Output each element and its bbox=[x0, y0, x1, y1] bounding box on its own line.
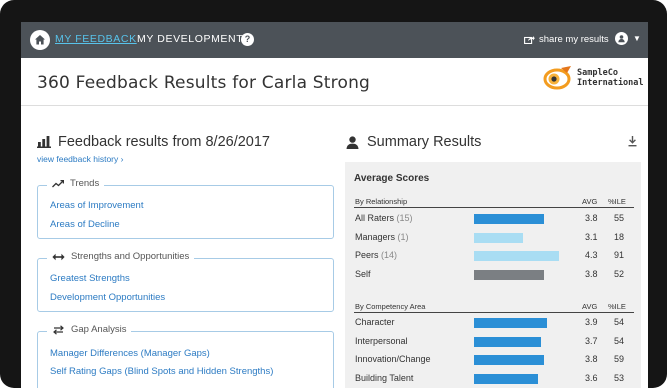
row-label: Innovation/Change bbox=[355, 354, 431, 364]
percentile-value: 55 bbox=[614, 213, 625, 223]
competency-label: By Competency Area bbox=[355, 302, 426, 311]
avg-value: 3.8 bbox=[585, 213, 598, 223]
view-feedback-history-link[interactable]: view feedback history › bbox=[37, 154, 123, 164]
score-bar bbox=[474, 318, 547, 328]
user-icon bbox=[615, 32, 628, 45]
relationship-header: By Relationship AVG %ILE bbox=[354, 196, 634, 208]
avg-header: AVG bbox=[582, 302, 598, 311]
bar-chart-icon bbox=[37, 136, 51, 148]
download-icon[interactable] bbox=[628, 136, 637, 147]
percentile-value: 59 bbox=[614, 354, 625, 364]
rater-count: (1) bbox=[397, 231, 409, 242]
avg-value: 4.3 bbox=[585, 250, 598, 260]
ile-header: %ILE bbox=[608, 197, 626, 206]
header-divider bbox=[21, 105, 648, 106]
avg-value: 3.6 bbox=[585, 372, 598, 383]
row-label: Character bbox=[355, 317, 395, 327]
manager-differences-link[interactable]: Manager Differences (Manager Gaps) bbox=[50, 348, 210, 359]
summary-heading: Summary Results bbox=[346, 134, 481, 150]
competency-row: Character 3.9 54 bbox=[354, 314, 634, 330]
arrows-icon bbox=[52, 253, 65, 260]
competency-header: By Competency Area AVG %ILE bbox=[354, 301, 634, 313]
brand-logo: SampleCo International bbox=[543, 65, 644, 91]
brand-line-1: SampleCo bbox=[577, 68, 618, 78]
score-bar bbox=[474, 251, 559, 261]
rater-count: (14) bbox=[381, 250, 398, 260]
percentile-value: 54 bbox=[614, 317, 625, 327]
relationship-row: Peers (14) 4.3 91 bbox=[354, 247, 634, 263]
chevron-down-icon: ▼ bbox=[633, 34, 641, 43]
gap-icon bbox=[53, 324, 64, 335]
score-bar bbox=[474, 269, 544, 280]
areas-of-decline-link[interactable]: Areas of Decline bbox=[50, 219, 120, 230]
app-screen: MY FEEDBACK MY DEVELOPMENT ? share my re… bbox=[21, 22, 648, 388]
development-opportunities-link[interactable]: Development Opportunities bbox=[50, 292, 165, 303]
row-label: Managers (1) bbox=[355, 231, 409, 242]
strengths-legend: Strengths and Opportunities bbox=[47, 251, 195, 262]
home-icon[interactable] bbox=[30, 30, 50, 50]
score-bar bbox=[474, 214, 544, 224]
relationship-row: Self 3.8 52 bbox=[354, 266, 634, 282]
avg-value: 3.8 bbox=[585, 354, 598, 364]
top-nav: MY FEEDBACK MY DEVELOPMENT ? share my re… bbox=[21, 22, 648, 58]
gap-analysis-title: Gap Analysis bbox=[71, 324, 127, 335]
competency-row: Innovation/Change 3.8 59 bbox=[354, 351, 634, 367]
relationship-row: Managers (1) 3.1 18 bbox=[354, 229, 634, 245]
relationship-label: By Relationship bbox=[355, 197, 408, 206]
share-label: share my results bbox=[539, 34, 609, 45]
sampleco-logo-icon bbox=[543, 66, 571, 90]
self-rating-gaps-link[interactable]: Self Rating Gaps (Blind Spots and Hidden… bbox=[50, 366, 273, 377]
avg-value: 3.9 bbox=[585, 317, 598, 327]
person-icon bbox=[346, 135, 359, 149]
strengths-group: Strengths and Opportunities Greatest Str… bbox=[37, 251, 334, 312]
rater-count: (15) bbox=[396, 213, 413, 223]
share-results-link[interactable]: share my results bbox=[524, 34, 609, 45]
page-title: 360 Feedback Results for Carla Strong bbox=[37, 73, 371, 93]
trend-icon bbox=[52, 179, 64, 187]
feedback-heading: Feedback results from 8/26/2017 bbox=[37, 134, 270, 150]
avg-value: 3.8 bbox=[585, 268, 598, 279]
percentile-value: 18 bbox=[614, 231, 625, 242]
score-bar bbox=[474, 355, 544, 365]
brand-line-2: International bbox=[577, 78, 644, 88]
percentile-value: 91 bbox=[614, 250, 625, 260]
percentile-value: 52 bbox=[614, 268, 625, 279]
summary-title: Summary Results bbox=[367, 134, 482, 150]
user-menu[interactable]: ▼ bbox=[615, 32, 641, 45]
avg-value: 3.1 bbox=[585, 231, 598, 242]
average-scores-label: Average Scores bbox=[354, 173, 430, 184]
row-label: Peers (14) bbox=[355, 250, 398, 260]
avg-value: 3.7 bbox=[585, 335, 598, 346]
nav-my-development[interactable]: MY DEVELOPMENT bbox=[137, 33, 243, 45]
relationship-row: All Raters (15) 3.8 55 bbox=[354, 210, 634, 226]
help-icon[interactable]: ? bbox=[241, 33, 254, 46]
areas-of-improvement-link[interactable]: Areas of Improvement bbox=[50, 200, 143, 211]
row-label: Interpersonal bbox=[355, 335, 408, 346]
device-frame: MY FEEDBACK MY DEVELOPMENT ? share my re… bbox=[0, 0, 667, 388]
gap-analysis-legend: Gap Analysis bbox=[47, 324, 132, 335]
avg-header: AVG bbox=[582, 197, 598, 206]
share-icon bbox=[524, 36, 535, 44]
competency-row: Interpersonal 3.7 54 bbox=[354, 333, 634, 349]
competency-row: Building Talent 3.6 53 bbox=[354, 370, 634, 386]
row-label: All Raters (15) bbox=[355, 213, 413, 223]
trends-title: Trends bbox=[70, 178, 100, 189]
nav-my-feedback[interactable]: MY FEEDBACK bbox=[55, 33, 137, 45]
feedback-title: Feedback results from 8/26/2017 bbox=[58, 134, 270, 150]
score-bar bbox=[474, 232, 523, 243]
greatest-strengths-link[interactable]: Greatest Strengths bbox=[50, 273, 130, 284]
summary-panel: Average Scores By Relationship AVG %ILE … bbox=[345, 162, 641, 388]
gap-analysis-group: Gap Analysis Manager Differences (Manage… bbox=[37, 324, 334, 388]
row-label: Self bbox=[355, 268, 371, 279]
ile-header: %ILE bbox=[608, 302, 626, 311]
score-bar bbox=[474, 373, 538, 384]
score-bar bbox=[474, 336, 541, 347]
trends-legend: Trends bbox=[47, 178, 105, 189]
strengths-title: Strengths and Opportunities bbox=[71, 251, 190, 262]
row-label: Building Talent bbox=[355, 372, 414, 383]
trends-group: Trends Areas of Improvement Areas of Dec… bbox=[37, 178, 334, 239]
percentile-value: 53 bbox=[614, 372, 625, 383]
percentile-value: 54 bbox=[614, 335, 625, 346]
